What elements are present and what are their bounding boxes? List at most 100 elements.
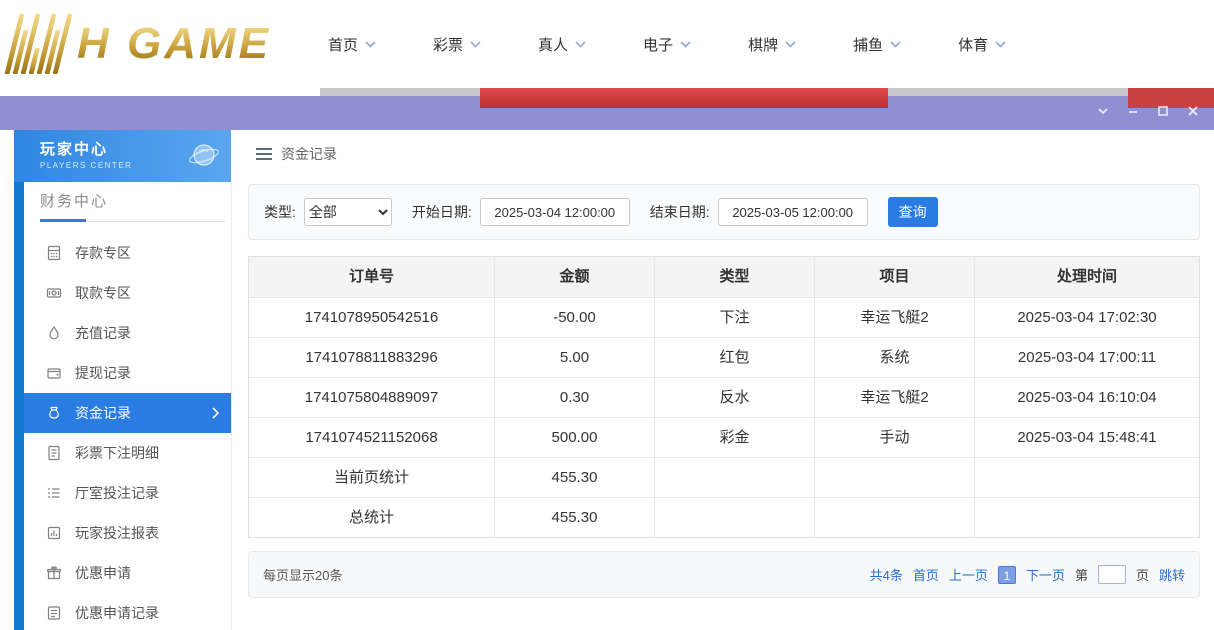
type-select[interactable]: 全部 [304,198,392,226]
window-controls [1096,104,1200,118]
list-icon [46,485,62,501]
logo-text: H GAME [77,19,271,69]
close-icon[interactable] [1186,104,1200,118]
table-cell: 幸运飞艇2 [815,377,975,417]
funds-table: 订单号 金额 类型 项目 处理时间 1741078950542516 -50.0… [248,256,1200,538]
sidebar-section-title: 财务中心 [40,190,108,211]
table-cell [815,457,975,497]
table-cell: 2025-03-04 17:00:11 [975,337,1199,377]
breadcrumb: 资金记录 [256,144,337,164]
table-cell: 5.00 [495,337,655,377]
table-row: 1741074521152068 500.00 彩金 手动 2025-03-04… [249,417,1199,457]
end-date-label: 结束日期: [650,202,710,222]
money-bag-icon [46,405,62,421]
sidebar-item-deposit-zone[interactable]: 存款专区 [24,233,231,273]
minimize-icon[interactable] [1126,104,1140,118]
table-cell: 2025-03-04 17:02:30 [975,297,1199,337]
report-chart-icon [46,525,62,541]
pagination-controls: 共4条 首页 上一页 1 下一页 第 页 跳转 [870,565,1185,584]
jump-go-link[interactable]: 跳转 [1159,565,1185,584]
chevron-down-icon [995,41,1006,48]
collapse-icon[interactable] [1096,104,1110,118]
sidebar-item-promo-apply-records[interactable]: 优惠申请记录 [24,593,231,630]
page-fragment [320,88,480,96]
table-cell: 2025-03-04 15:48:41 [975,417,1199,457]
table-cell: 455.30 [495,457,655,497]
query-button[interactable]: 查询 [888,197,938,227]
nav-item-fishing[interactable]: 捕鱼 [853,34,901,55]
chevron-down-icon [680,41,691,48]
table-cell [975,497,1199,537]
records-icon [46,605,62,621]
main-panel: 资金记录 类型: 全部 开始日期: 结束日期: 查询 订单号 金额 类型 项目 [232,130,1214,630]
menu-toggle-icon[interactable] [256,148,272,160]
chevron-down-icon [890,41,901,48]
jump-label-pre: 第 [1075,565,1088,584]
table-cell: 455.30 [495,497,655,537]
sidebar-item-withdraw-zone[interactable]: 取款专区 [24,273,231,313]
table-cell: 1741075804889097 [249,377,495,417]
nav-item-electronic[interactable]: 电子 [643,34,691,55]
site-logo[interactable]: H GAME [12,12,271,76]
cash-hand-icon [46,285,62,301]
header-cell: 项目 [815,257,975,297]
table-cell: -50.00 [495,297,655,337]
nav-item-home[interactable]: 首页 [328,34,376,55]
page-title: 资金记录 [281,144,337,164]
sidebar-item-player-bet-report[interactable]: 玩家投注报表 [24,513,231,553]
filter-bar: 类型: 全部 开始日期: 结束日期: 查询 [248,184,1200,240]
screen: H GAME 首页 彩票 真人 电子 棋牌 [0,0,1214,630]
table-row: 1741078950542516 -50.00 下注 幸运飞艇2 2025-03… [249,297,1199,337]
sidebar-item-promo-apply[interactable]: 优惠申请 [24,553,231,593]
current-page[interactable]: 1 [998,566,1016,584]
header-cell: 类型 [655,257,815,297]
table-cell [655,497,815,537]
sidebar-accent-strip [14,130,24,630]
header-cell: 订单号 [249,257,495,297]
table-cell: 彩金 [655,417,815,457]
nav-item-sports[interactable]: 体育 [958,34,1006,55]
sidebar-item-recharge-records[interactable]: 充值记录 [24,313,231,353]
prev-page-link[interactable]: 上一页 [949,565,988,584]
chevron-right-icon [212,407,219,419]
type-label: 类型: [264,202,296,222]
table-cell: 1741078950542516 [249,297,495,337]
divider-accent [40,219,86,222]
sidebar-item-hall-bet-records[interactable]: 厅室投注记录 [24,473,231,513]
maximize-icon[interactable] [1156,104,1170,118]
nav-item-lottery[interactable]: 彩票 [433,34,481,55]
table-row-page-total: 当前页统计 455.30 [249,457,1199,497]
nav-item-live[interactable]: 真人 [538,34,586,55]
table-row-grand-total: 总统计 455.30 [249,497,1199,537]
sidebar-item-lottery-bet-details[interactable]: 彩票下注明细 [24,433,231,473]
wallet-icon [46,365,62,381]
table-cell: 500.00 [495,417,655,457]
next-page-link[interactable]: 下一页 [1026,565,1065,584]
calculator-icon [46,245,62,261]
table-header-row: 订单号 金额 类型 项目 处理时间 [249,257,1199,297]
document-icon [46,445,62,461]
nav-item-board-games[interactable]: 棋牌 [748,34,796,55]
globe-icon [187,139,221,173]
jump-page-input[interactable] [1098,565,1126,584]
table-cell: 红包 [655,337,815,377]
pagination-bar: 每页显示20条 共4条 首页 上一页 1 下一页 第 页 跳转 [248,551,1200,598]
table-row: 1741078811883296 5.00 红包 系统 2025-03-04 1… [249,337,1199,377]
top-header: H GAME 首页 彩票 真人 电子 棋牌 [0,0,1214,88]
chevron-down-icon [470,41,481,48]
sidebar-item-withdrawal-records[interactable]: 提现记录 [24,353,231,393]
total-count: 共4条 [870,565,903,584]
table-cell: 系统 [815,337,975,377]
end-date-input[interactable] [718,198,868,226]
start-date-input[interactable] [480,198,630,226]
table-cell [655,457,815,497]
table-row: 1741075804889097 0.30 反水 幸运飞艇2 2025-03-0… [249,377,1199,417]
table-cell [815,497,975,537]
sidebar-item-funds-records[interactable]: 资金记录 [24,393,231,433]
banner-fragment [480,88,888,108]
chevron-down-icon [785,41,796,48]
table-cell [975,457,1199,497]
table-cell: 总统计 [249,497,495,537]
first-page-link[interactable]: 首页 [913,565,939,584]
header-cell: 处理时间 [975,257,1199,297]
